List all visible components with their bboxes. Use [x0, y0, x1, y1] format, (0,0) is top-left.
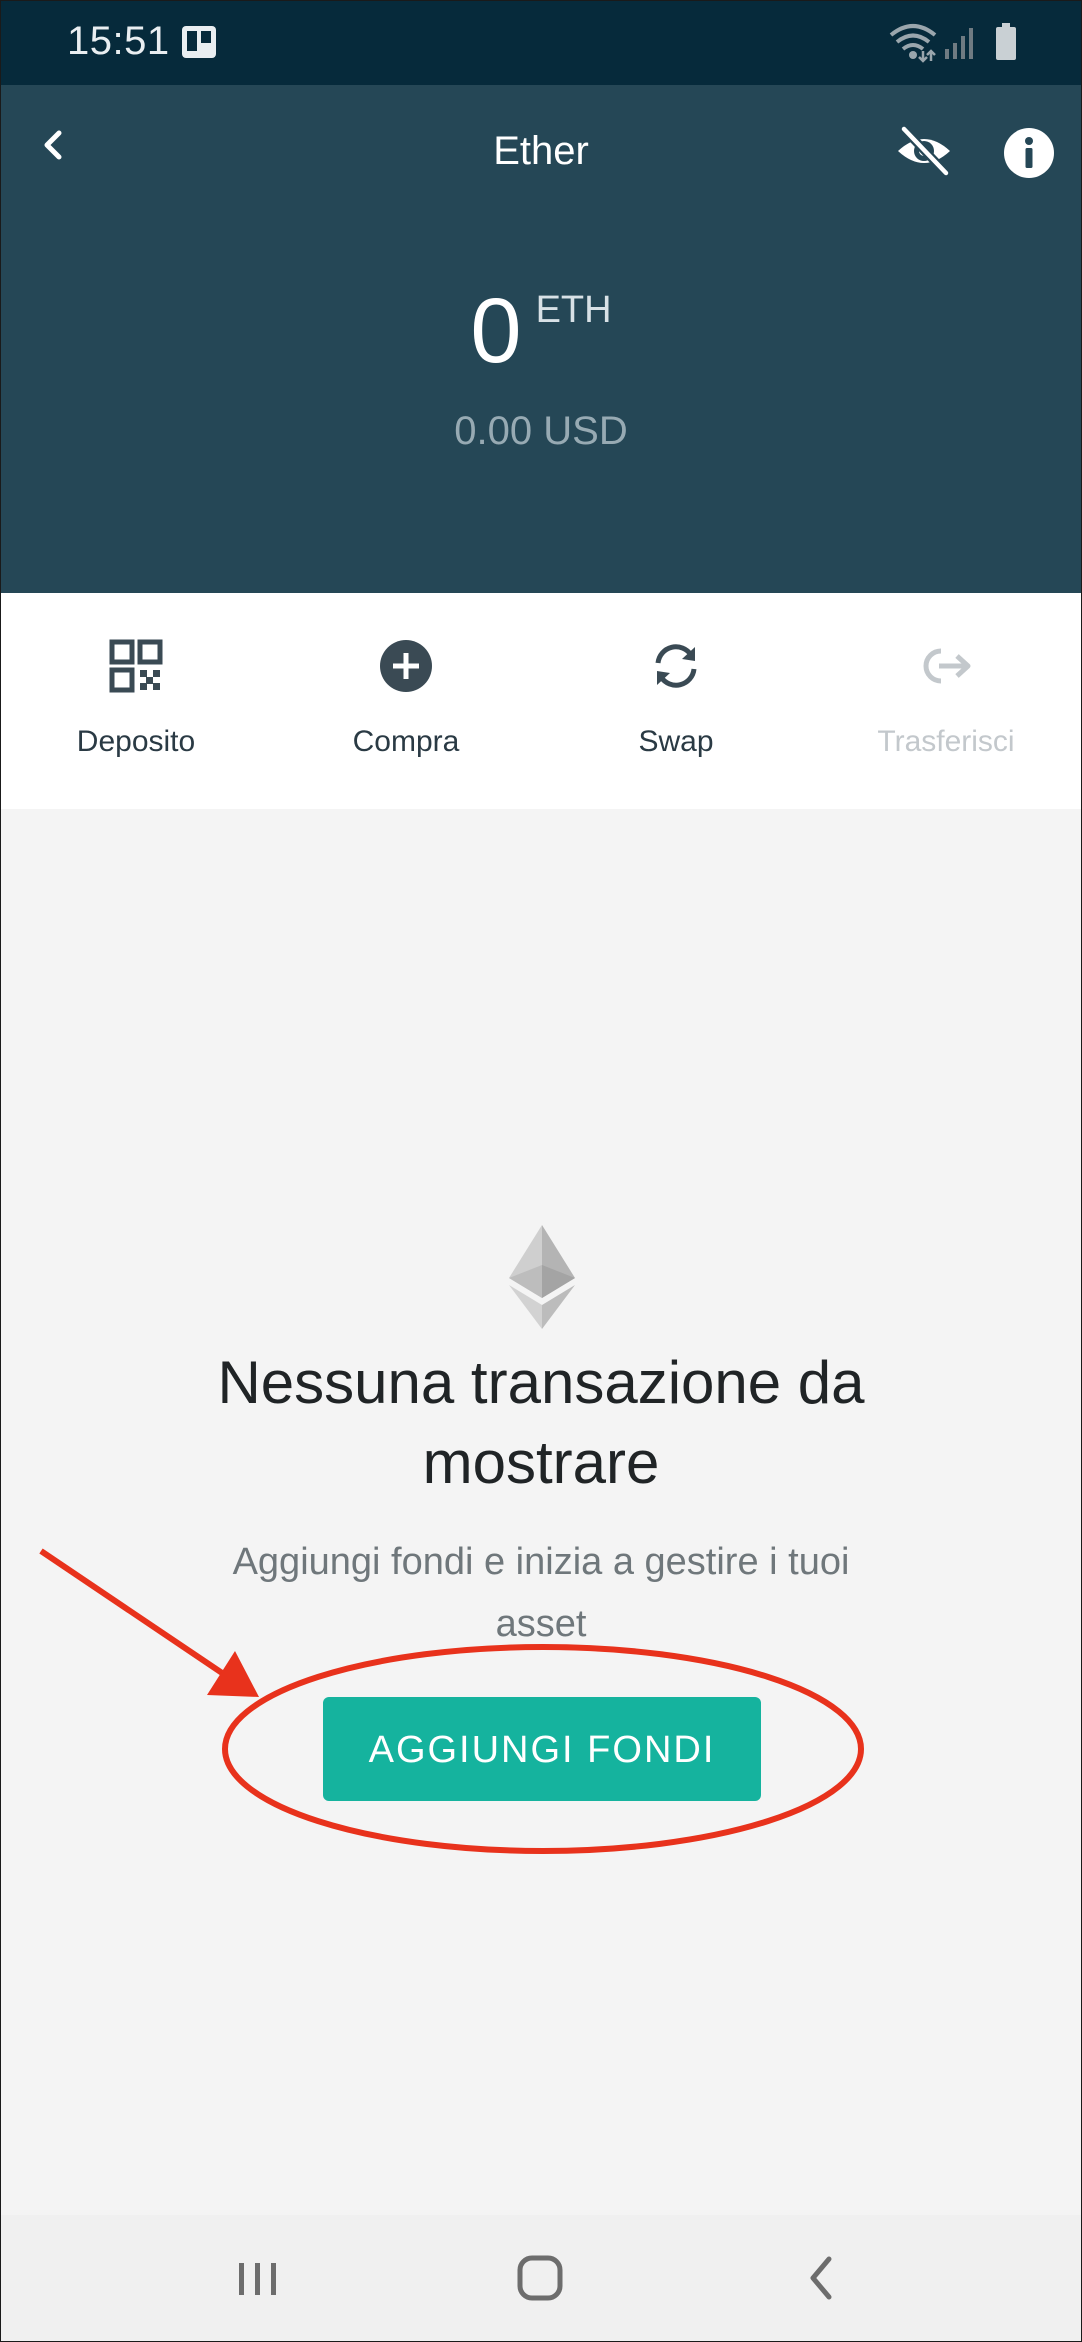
wifi-icon: [889, 24, 937, 63]
empty-state-title: Nessuna transazione da mostrare: [217, 1349, 865, 1496]
ethereum-logo-icon: [509, 1225, 575, 1329]
status-time: 15:51: [67, 19, 170, 63]
asset-header: Ether 0 ETH 0.00 USD: [1, 85, 1081, 593]
back-icon[interactable]: [787, 2245, 857, 2311]
plus-circle-icon: [380, 640, 432, 692]
balance-unit: ETH: [535, 289, 612, 331]
recent-apps-icon[interactable]: [223, 2245, 293, 2311]
buy-button[interactable]: Compra: [271, 593, 541, 809]
deposit-label: Deposito: [76, 725, 196, 758]
qr-code-icon: [109, 639, 163, 693]
status-bar: 15:51: [1, 1, 1081, 85]
home-icon[interactable]: [505, 2245, 575, 2311]
action-bar: Deposito Compra Swap Trasferisci: [1, 593, 1081, 809]
balance-display: 0 ETH: [1, 285, 1081, 377]
info-icon[interactable]: [1003, 127, 1055, 179]
swap-icon: [655, 644, 697, 688]
eye-slash-icon[interactable]: [894, 125, 954, 177]
battery-icon: [996, 23, 1016, 60]
system-nav-bar: [1, 2215, 1081, 2341]
transactions-area: Nessuna transazione da mostrare Aggiungi…: [1, 809, 1081, 2215]
add-funds-button[interactable]: AGGIUNGI FONDI: [323, 1697, 761, 1801]
empty-state-subtitle: Aggiungi fondi e inizia a gestire i tuoi…: [232, 1541, 850, 1645]
deposit-button[interactable]: Deposito: [1, 593, 271, 809]
transfer-label: Trasferisci: [877, 725, 1015, 758]
swap-label: Swap: [638, 725, 714, 758]
swap-button[interactable]: Swap: [541, 593, 811, 809]
board-app-icon: [182, 26, 216, 58]
phone-screen: 15:51 Ether 0 ETH 0.00 USD Deposito Comp…: [0, 0, 1082, 2342]
send-arrow-icon: [923, 648, 971, 684]
buy-label: Compra: [352, 725, 460, 758]
fiat-balance: 0.00 USD: [454, 409, 628, 453]
signal-icon: [945, 28, 973, 59]
annotation-arrow-head: [207, 1651, 259, 1697]
balance-amount: 0: [470, 280, 522, 382]
annotation-overlay: [39, 1548, 864, 1854]
transfer-button[interactable]: Trasferisci: [811, 593, 1081, 809]
